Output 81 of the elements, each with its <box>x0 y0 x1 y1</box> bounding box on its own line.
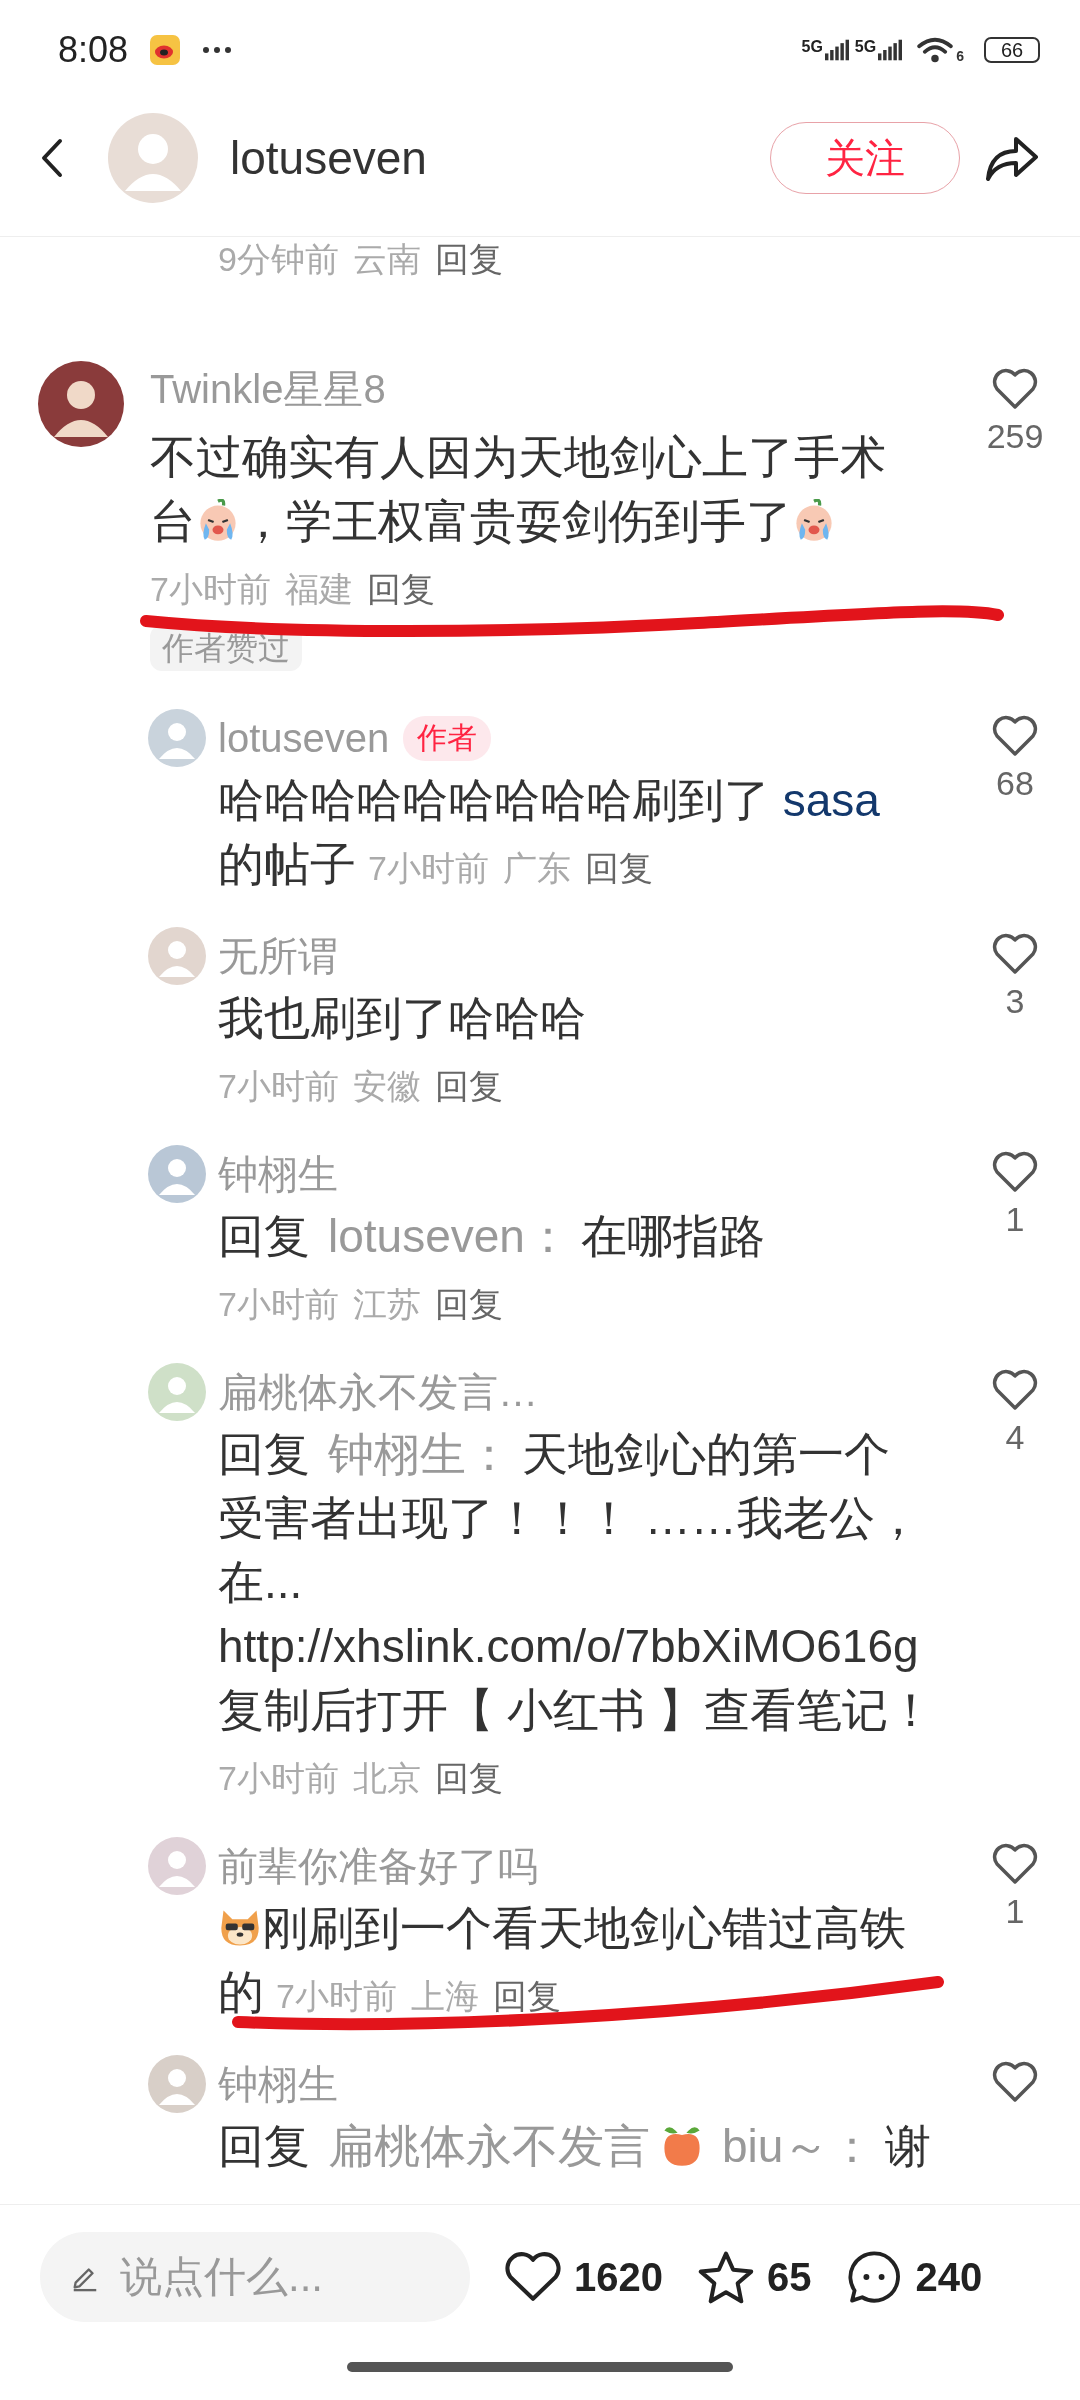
comment-location: 北京 <box>352 1758 421 1799</box>
reply-link[interactable]: 回复 <box>434 237 503 283</box>
reply-link[interactable]: 回复 <box>434 1054 503 1118</box>
like-icon[interactable] <box>504 2250 562 2304</box>
comment-text: 我也刷到了哈哈哈 <box>218 992 586 1044</box>
more-icon <box>202 46 233 54</box>
like-count: 259 <box>986 417 1044 456</box>
mention-link[interactable]: sasa <box>782 774 880 826</box>
star-icon[interactable] <box>697 2250 755 2304</box>
comment-time: 9分钟前 <box>218 239 339 280</box>
signal-icon <box>824 39 849 61</box>
comment-location: 云南 <box>352 239 421 280</box>
like-icon[interactable] <box>991 1842 1039 1886</box>
comment-time: 7小时前 <box>276 1976 397 2017</box>
commenter-name[interactable]: 扁桃体永不发言… <box>218 1364 538 1420</box>
reply-link[interactable]: 回复 <box>492 1964 561 2028</box>
comment-text: 的帖子 <box>218 838 356 890</box>
network-label: 5G <box>854 39 877 55</box>
like-count: 1 <box>1005 1200 1025 1239</box>
like-count: 1 <box>1005 1892 1025 1931</box>
comment-text: 回复 lotuseven： 在哪指路 <box>218 1210 765 1262</box>
follow-button[interactable]: 关注 <box>770 122 960 194</box>
back-icon[interactable] <box>40 138 64 178</box>
comment-time: 7小时前 <box>368 848 489 889</box>
comment-text: 复制后打开【 小红书 】查看笔记！ <box>218 1684 934 1736</box>
comment-location: 福建 <box>284 569 353 610</box>
mention-link[interactable]: 钟栩生： <box>328 1428 512 1480</box>
mention-link[interactable]: lotuseven： <box>328 1210 571 1262</box>
avatar-icon[interactable] <box>38 361 124 447</box>
like-icon[interactable] <box>991 2060 1039 2104</box>
comment-time: 7小时前 <box>218 1066 339 1107</box>
like-count: 68 <box>996 764 1034 803</box>
comment-location: 上海 <box>410 1976 479 2017</box>
reply-link[interactable]: 回复 <box>434 1746 503 1810</box>
like-icon[interactable] <box>991 714 1039 758</box>
battery-icon: 66 <box>984 37 1040 63</box>
commenter-name[interactable]: 无所谓 <box>218 928 338 984</box>
like-count: 4 <box>1005 1418 1025 1457</box>
comment-location: 江苏 <box>352 1284 421 1325</box>
like-icon[interactable] <box>991 932 1039 976</box>
comment-input[interactable]: 说点什么... <box>40 2232 470 2322</box>
comment-location: 广东 <box>502 848 571 889</box>
comment-text: 在... <box>218 1556 303 1608</box>
status-time: 8:08 <box>58 29 129 71</box>
like-icon[interactable] <box>991 1368 1039 1412</box>
mention-link[interactable]: 扁桃体永不发言 <box>328 2120 650 2172</box>
comment-time: 7小时前 <box>218 1758 339 1799</box>
comment-text: 回复 扁桃体永不发言 biu～： 谢 <box>218 2120 932 2172</box>
reply-link[interactable]: 回复 <box>366 557 435 621</box>
wifi-label: 6 <box>956 48 964 64</box>
comment-text: 台 ，学王权富贵耍剑伤到手了 <box>150 495 836 547</box>
network-label: 5G <box>801 39 823 55</box>
comment-text: 哈哈哈哈哈哈哈哈哈刷到了 sasa <box>218 774 880 826</box>
comment-text: 不过确实有人因为天地剑心上了手术 <box>150 431 886 483</box>
comment-text: 的 <box>218 1966 264 2018</box>
comment-location: 安徽 <box>352 1066 421 1107</box>
comment-text: http://xhslink.com/o/7bbXiMO616g <box>218 1620 919 1672</box>
like-count: 3 <box>1005 982 1025 1021</box>
comment-text: 回复 钟栩生： 天地剑心的第一个 <box>218 1428 890 1480</box>
commenter-name[interactable]: 前辈你准备好了吗 <box>218 1838 538 1894</box>
mention-link[interactable]: biu～： <box>722 2120 876 2172</box>
commenter-name[interactable]: lotuseven <box>218 715 390 761</box>
signal-icon <box>878 39 903 61</box>
reply-link[interactable]: 回复 <box>434 1272 503 1336</box>
reply-link[interactable]: 回复 <box>584 836 653 900</box>
comment-text: 受害者出现了！！！ ……我老公， <box>218 1492 921 1544</box>
favorite-count: 65 <box>767 2254 812 2300</box>
like-icon[interactable] <box>991 1150 1039 1194</box>
like-count: 1620 <box>574 2254 663 2300</box>
comment-text: 刚刷到一个看天地剑心错过高铁 <box>218 1902 906 1954</box>
commenter-name[interactable]: Twinkle星星8 <box>150 361 386 417</box>
comment-time: 7小时前 <box>218 1284 339 1325</box>
comment-count: 240 <box>915 2254 983 2300</box>
wifi-icon <box>916 36 955 64</box>
comment-time: 7小时前 <box>150 569 271 610</box>
commenter-name[interactable]: 钟栩生 <box>218 2056 338 2112</box>
app-notification-icon <box>150 35 181 65</box>
username[interactable]: lotuseven <box>230 131 427 185</box>
commenter-name[interactable]: 钟栩生 <box>218 1146 338 1202</box>
author-badge: 作者 <box>403 715 492 761</box>
like-icon[interactable] <box>991 367 1039 411</box>
